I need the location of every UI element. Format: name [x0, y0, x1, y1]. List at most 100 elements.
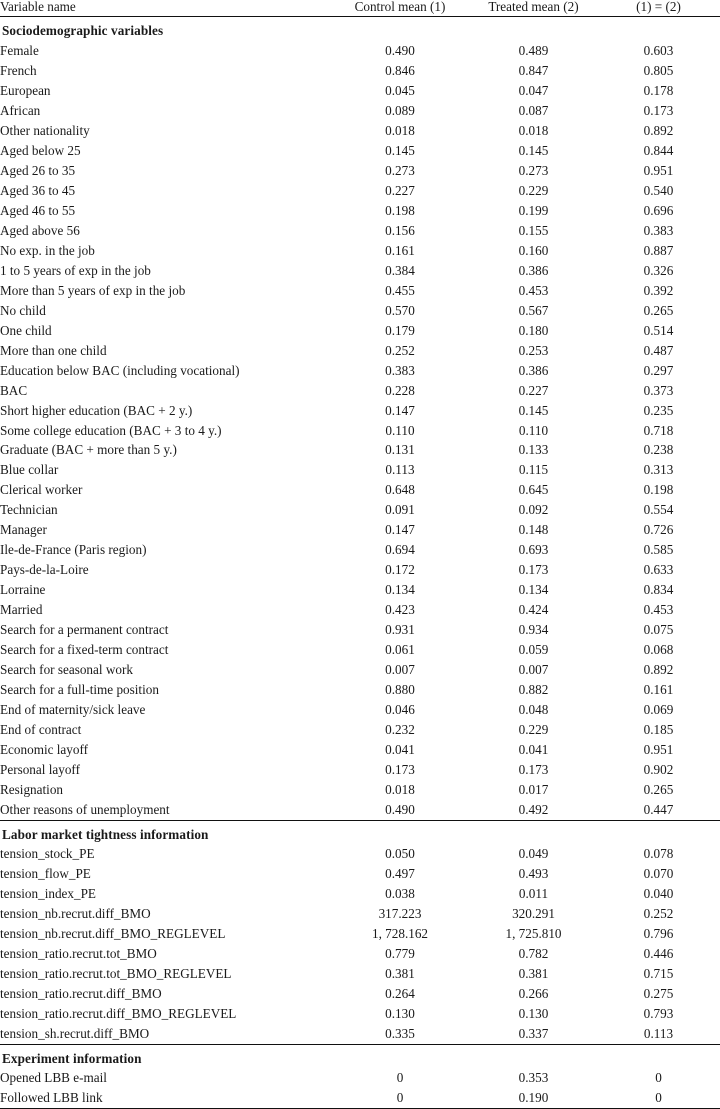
- value-cell-trt: 0.353: [470, 1068, 597, 1088]
- table-row: No child0.5700.5670.265: [0, 300, 720, 320]
- value-cell-trt: 0.645: [470, 480, 597, 500]
- value-cell-pval: 0.275: [597, 984, 720, 1004]
- table-row: No exp. in the job0.1610.1600.887: [0, 240, 720, 260]
- value-cell-trt: 0.145: [470, 140, 597, 160]
- value-cell-pval: 0.265: [597, 300, 720, 320]
- value-cell-trt: 0.847: [470, 60, 597, 80]
- value-cell-pval: 0.113: [597, 1024, 720, 1044]
- value-cell-trt: 0.386: [470, 260, 597, 280]
- table-header-row: Variable nameControl mean (1)Treated mea…: [0, 0, 720, 17]
- value-cell-trt: 0.453: [470, 280, 597, 300]
- value-cell-trt: 0.110: [470, 420, 597, 440]
- value-cell-trt: 0.018: [470, 120, 597, 140]
- value-cell-ctrl: 0.046: [330, 700, 470, 720]
- table-row: European0.0450.0470.178: [0, 80, 720, 100]
- variable-name-cell: tension_stock_PE: [0, 844, 330, 864]
- variable-name-cell: Female: [0, 40, 330, 60]
- value-cell-pval: 0.585: [597, 540, 720, 560]
- value-cell-pval: 0.238: [597, 440, 720, 460]
- table-row: Search for a full-time position0.8800.88…: [0, 680, 720, 700]
- section-heading: Experiment information: [0, 1049, 720, 1068]
- variable-name-cell: Aged below 25: [0, 140, 330, 160]
- column-header-name: Variable name: [0, 0, 330, 17]
- variable-name-cell: French: [0, 60, 330, 80]
- table-row: 1 to 5 years of exp in the job0.3840.386…: [0, 260, 720, 280]
- column-header-trt: Treated mean (2): [470, 0, 597, 17]
- variable-name-cell: Economic layoff: [0, 740, 330, 760]
- value-cell-pval: 0.951: [597, 160, 720, 180]
- value-cell-ctrl: 0.147: [330, 520, 470, 540]
- table-row: tension_nb.recrut.diff_BMO_REGLEVEL1, 72…: [0, 924, 720, 944]
- value-cell-pval: 0: [597, 1088, 720, 1108]
- table-row: BAC0.2280.2270.373: [0, 380, 720, 400]
- table-row: Other reasons of unemployment0.4900.4920…: [0, 800, 720, 820]
- variable-name-cell: Opened LBB e-mail: [0, 1068, 330, 1088]
- value-cell-pval: 0.313: [597, 460, 720, 480]
- value-cell-ctrl: 0.423: [330, 600, 470, 620]
- value-cell-pval: 0.235: [597, 400, 720, 420]
- value-cell-trt: 0.266: [470, 984, 597, 1004]
- value-cell-pval: 0.715: [597, 964, 720, 984]
- value-cell-ctrl: 0.648: [330, 480, 470, 500]
- value-cell-trt: 0.048: [470, 700, 597, 720]
- variable-name-cell: Search for a permanent contract: [0, 620, 330, 640]
- table-row: Economic layoff0.0410.0410.951: [0, 740, 720, 760]
- table-row: End of maternity/sick leave0.0460.0480.0…: [0, 700, 720, 720]
- table-row: tension_flow_PE0.4970.4930.070: [0, 864, 720, 884]
- value-cell-ctrl: 1, 728.162: [330, 924, 470, 944]
- table-row: tension_sh.recrut.diff_BMO0.3350.3370.11…: [0, 1024, 720, 1044]
- variable-name-cell: Pays-de-la-Loire: [0, 560, 330, 580]
- value-cell-ctrl: 0: [330, 1068, 470, 1088]
- value-cell-pval: 0.487: [597, 340, 720, 360]
- value-cell-ctrl: 0.384: [330, 260, 470, 280]
- table-row: Pays-de-la-Loire0.1720.1730.633: [0, 560, 720, 580]
- value-cell-pval: 0.805: [597, 60, 720, 80]
- variable-name-cell: End of contract: [0, 720, 330, 740]
- value-cell-ctrl: 0.264: [330, 984, 470, 1004]
- value-cell-pval: 0.540: [597, 180, 720, 200]
- table-row: tension_ratio.recrut.diff_BMO0.2640.2660…: [0, 984, 720, 1004]
- value-cell-trt: 0.493: [470, 864, 597, 884]
- value-cell-pval: 0.514: [597, 320, 720, 340]
- variable-name-cell: Education below BAC (including vocationa…: [0, 360, 330, 380]
- variable-name-cell: Other nationality: [0, 120, 330, 140]
- value-cell-ctrl: 0.335: [330, 1024, 470, 1044]
- value-cell-pval: 0.951: [597, 740, 720, 760]
- section-heading-row: Labor market tightness information: [0, 825, 720, 844]
- value-cell-ctrl: 0.156: [330, 220, 470, 240]
- variable-name-cell: tension_ratio.recrut.diff_BMO: [0, 984, 330, 1004]
- variable-name-cell: Search for a fixed-term contract: [0, 640, 330, 660]
- value-cell-pval: 0.603: [597, 40, 720, 60]
- value-cell-ctrl: 0.931: [330, 620, 470, 640]
- value-cell-trt: 0.115: [470, 460, 597, 480]
- section-heading: Labor market tightness information: [0, 825, 720, 844]
- table-row: Search for seasonal work0.0070.0070.892: [0, 660, 720, 680]
- value-cell-pval: 0.633: [597, 560, 720, 580]
- value-cell-ctrl: 0.694: [330, 540, 470, 560]
- value-cell-trt: 0.227: [470, 380, 597, 400]
- variable-name-cell: Short higher education (BAC + 2 y.): [0, 400, 330, 420]
- table-row: End of contract0.2320.2290.185: [0, 720, 720, 740]
- variable-name-cell: Graduate (BAC + more than 5 y.): [0, 440, 330, 460]
- table-row: Aged above 560.1560.1550.383: [0, 220, 720, 240]
- table-row: African0.0890.0870.173: [0, 100, 720, 120]
- table-row: Manager0.1470.1480.726: [0, 520, 720, 540]
- value-cell-trt: 0.007: [470, 660, 597, 680]
- table-body: Variable nameControl mean (1)Treated mea…: [0, 0, 720, 1109]
- value-cell-ctrl: 0.779: [330, 944, 470, 964]
- section-heading: Sociodemographic variables: [0, 21, 720, 40]
- variable-name-cell: Manager: [0, 520, 330, 540]
- value-cell-pval: 0: [597, 1068, 720, 1088]
- value-cell-ctrl: 0.050: [330, 844, 470, 864]
- variable-name-cell: tension_ratio.recrut.tot_BMO: [0, 944, 330, 964]
- value-cell-ctrl: 0.007: [330, 660, 470, 680]
- value-cell-ctrl: 0.131: [330, 440, 470, 460]
- value-cell-ctrl: 0.497: [330, 864, 470, 884]
- value-cell-trt: 0.160: [470, 240, 597, 260]
- table-row: Aged 26 to 350.2730.2730.951: [0, 160, 720, 180]
- value-cell-trt: 1, 725.810: [470, 924, 597, 944]
- value-cell-ctrl: 0.172: [330, 560, 470, 580]
- table-row: tension_stock_PE0.0500.0490.078: [0, 844, 720, 864]
- variable-name-cell: Aged 46 to 55: [0, 200, 330, 220]
- table-row: More than one child0.2520.2530.487: [0, 340, 720, 360]
